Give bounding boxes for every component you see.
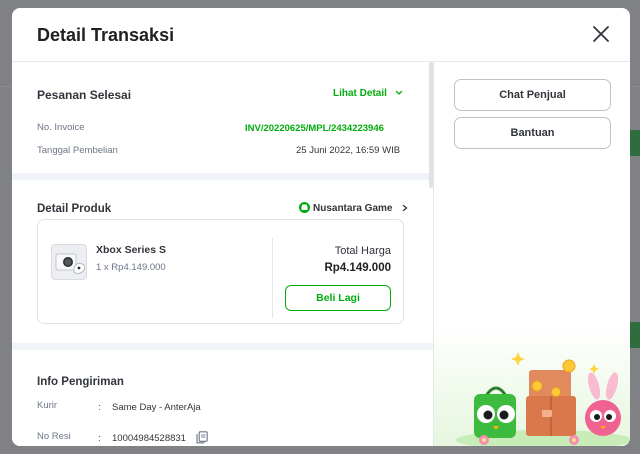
actions-panel: Chat Penjual Bantuan: [433, 62, 630, 446]
chat-seller-button[interactable]: Chat Penjual: [454, 79, 611, 111]
store-badge-icon: [299, 202, 310, 213]
product-card: Xbox Series S 1 x Rp4.149.000 Total Harg…: [37, 219, 404, 324]
modal-header: Detail Transaksi: [12, 8, 630, 62]
invoice-number-link[interactable]: INV/20220625/MPL/2434223946: [245, 123, 384, 134]
chevron-right-icon: [403, 204, 408, 211]
total-price-label: Total Harga: [334, 245, 391, 257]
modal-title: Detail Transaksi: [37, 25, 175, 45]
copy-icon: [196, 431, 208, 444]
product-image[interactable]: [51, 244, 87, 280]
shopping-mascot-illustration: [434, 326, 630, 446]
buy-again-button[interactable]: Beli Lagi: [285, 285, 391, 311]
chevron-down-icon: [395, 91, 402, 96]
total-price-value: Rp4.149.000: [324, 262, 392, 274]
resi-label: No Resi: [37, 431, 71, 442]
product-qty-price: 1 x Rp4.149.000: [96, 262, 166, 273]
transaction-detail-modal: Detail Transaksi Pesanan Selesai Lihat D…: [12, 8, 630, 446]
product-name[interactable]: Xbox Series S: [96, 244, 166, 256]
courier-colon: :: [98, 402, 101, 413]
courier-label: Kurir: [37, 400, 58, 411]
view-detail-label: Lihat Detail: [333, 88, 387, 99]
purchase-date-value: 25 Juni 2022, 16:59 WIB: [296, 145, 401, 156]
help-button[interactable]: Bantuan: [454, 117, 611, 149]
store-name: Nusantara Game: [313, 203, 393, 214]
xbox-console-image: [52, 245, 86, 279]
shipping-section-title: Info Pengiriman: [37, 376, 124, 388]
resi-value: 10004984528831: [112, 433, 186, 444]
store-link[interactable]: Nusantara Game: [299, 202, 409, 216]
section-separator: [12, 343, 433, 350]
view-detail-link[interactable]: Lihat Detail: [333, 88, 403, 99]
courier-value: Same Day - AnterAja: [112, 402, 201, 413]
transaction-details-panel: Pesanan Selesai Lihat Detail No. Invoice…: [12, 62, 433, 446]
card-divider: [272, 238, 273, 318]
product-section-title: Detail Produk: [37, 203, 112, 215]
purchase-date-label: Tanggal Pembelian: [37, 145, 118, 156]
invoice-label: No. Invoice: [37, 122, 85, 133]
close-button[interactable]: [592, 25, 610, 43]
order-status: Pesanan Selesai: [37, 88, 132, 102]
close-icon: [593, 26, 609, 42]
copy-resi-button[interactable]: [196, 431, 208, 444]
resi-colon: :: [98, 433, 101, 444]
section-separator: [12, 173, 433, 180]
